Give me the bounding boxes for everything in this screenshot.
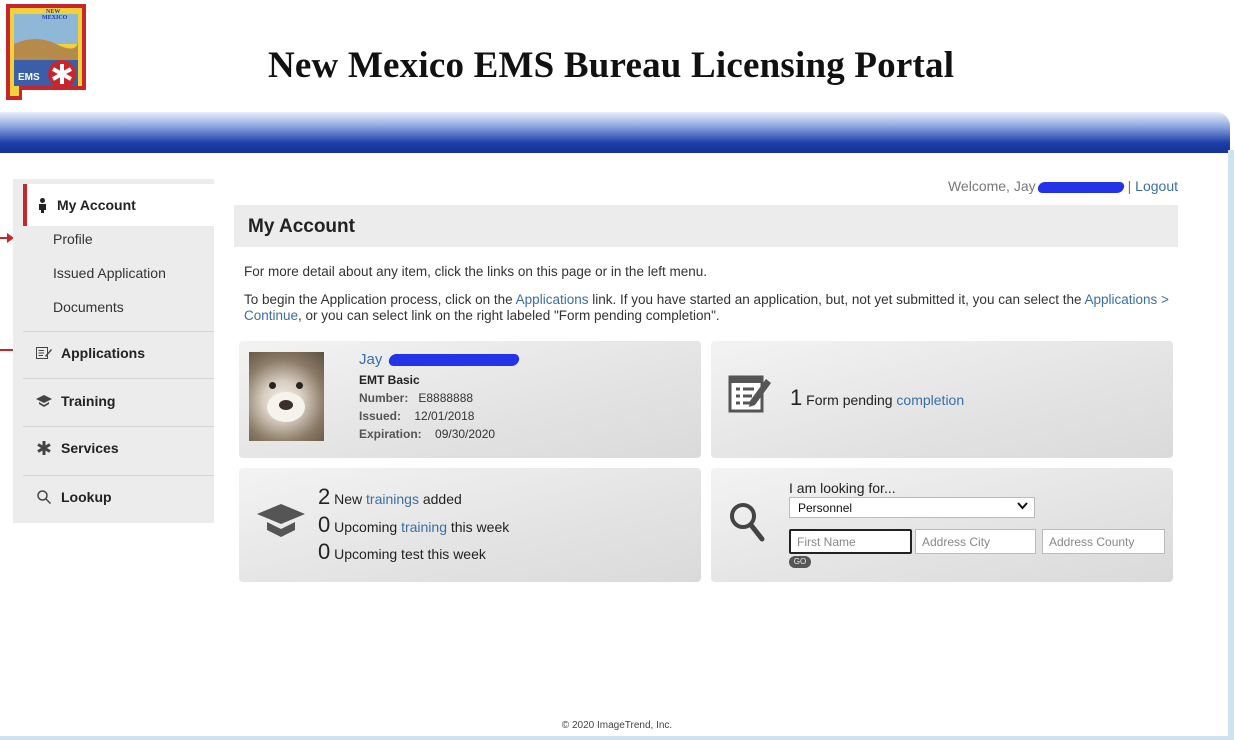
new-trainings-count: 2: [318, 484, 331, 509]
license-issued-label: Issued:: [359, 409, 402, 423]
license-level: EMT Basic: [359, 373, 420, 387]
page-title: My Account: [248, 216, 355, 237]
svg-text:MEXICO: MEXICO: [42, 15, 68, 21]
forms-pending-count: 1: [790, 385, 803, 410]
intro-text: To begin the Application process, click …: [244, 292, 516, 307]
header: EMS NEW MEXICO New Mexico EMS Bureau Lic…: [0, 0, 1234, 112]
looking-for-label: I am looking for...: [789, 480, 896, 496]
svg-text:EMS: EMS: [18, 72, 40, 83]
search-icon: [730, 503, 765, 542]
form-edit-icon: [35, 346, 53, 360]
training-card: 2 New trainings added 0 Upcoming trainin…: [239, 468, 701, 582]
license-number-label: Number:: [359, 391, 409, 405]
intro-text-line1: For more detail about any item, click th…: [244, 264, 707, 279]
training-text: this week: [446, 519, 510, 535]
page-edge-right: [1228, 150, 1234, 740]
welcome-bar: Welcome, Jay | Logout: [900, 178, 1178, 194]
graduation-cap-icon: [257, 504, 305, 537]
magnifier-icon: [35, 490, 53, 504]
upcoming-test-line: 0 Upcoming test this week: [318, 539, 486, 565]
lookup-type-selected: Personnel: [798, 501, 853, 515]
sidebar-item-lookup[interactable]: Lookup: [13, 474, 214, 520]
forms-pending-text: 1 Form pending completion: [790, 385, 964, 411]
intro-text: , or you can select link on the right la…: [298, 308, 720, 323]
training-link[interactable]: training: [401, 519, 447, 535]
redaction-scribble: [387, 354, 520, 367]
profile-name[interactable]: Jay: [359, 351, 523, 368]
welcome-separator: |: [1127, 178, 1132, 194]
sidebar-item-label: Services: [61, 440, 119, 456]
nm-ems-logo[interactable]: EMS NEW MEXICO: [6, 4, 98, 100]
upcoming-training-line: 0 Upcoming training this week: [318, 512, 509, 538]
address-city-placeholder: Address City: [922, 535, 991, 549]
trainings-link[interactable]: trainings: [366, 491, 419, 507]
training-text: Upcoming test this week: [334, 546, 486, 562]
forms-pending-card: 1 Form pending completion: [711, 341, 1173, 458]
sidebar-item-training[interactable]: Training: [13, 378, 214, 424]
sidebar-subitem-documents[interactable]: Documents: [53, 299, 124, 315]
address-county-input[interactable]: Address County: [1042, 529, 1165, 554]
intro-text-line2: To begin the Application process, click …: [244, 292, 1174, 324]
sidebar: My Account Profile Issued Application Do…: [13, 179, 214, 523]
profile-name-text[interactable]: Jay: [359, 351, 382, 368]
header-banner-bar: [0, 112, 1230, 153]
lookup-type-select[interactable]: Personnel: [789, 497, 1035, 518]
sidebar-item-services[interactable]: Services: [13, 425, 214, 471]
sidebar-subitem-issued-application[interactable]: Issued Application: [53, 265, 166, 281]
first-name-input[interactable]: First Name: [789, 529, 912, 554]
page-heading-bar: My Account: [234, 205, 1178, 247]
sidebar-item-label: Lookup: [61, 489, 112, 505]
footer-copyright: © 2020 ImageTrend, Inc.: [561, 720, 673, 731]
license-issued-value: 12/01/2018: [414, 409, 475, 423]
sidebar-item-label: My Account: [57, 197, 136, 213]
redaction-scribble: [1036, 181, 1125, 193]
person-icon: [35, 197, 49, 213]
chevron-down-icon: [1017, 501, 1028, 513]
sidebar-item-label: Training: [61, 393, 116, 409]
new-trainings-line: 2 New trainings added: [318, 484, 462, 510]
logout-link[interactable]: Logout: [1135, 178, 1178, 194]
first-name-placeholder: First Name: [797, 535, 856, 549]
sidebar-item-my-account[interactable]: My Account: [23, 184, 214, 226]
lookup-search-card: I am looking for... Personnel First Name…: [711, 468, 1173, 582]
license-issued-row: Issued: 12/01/2018: [359, 409, 474, 423]
graduation-cap-icon: [35, 395, 53, 407]
address-county-placeholder: Address County: [1049, 535, 1135, 549]
go-button[interactable]: GO: [789, 556, 811, 568]
annotation-arrow-profile: [0, 233, 14, 243]
upcoming-training-count: 0: [318, 512, 331, 537]
completion-link[interactable]: completion: [896, 392, 964, 408]
avatar: [249, 352, 324, 441]
forms-pending-label: Form pending: [806, 392, 897, 408]
license-number-value: E8888888: [418, 391, 474, 405]
license-expiration-row: Expiration: 09/30/2020: [359, 427, 495, 441]
license-expiration-value: 09/30/2020: [435, 427, 496, 441]
site-title: New Mexico EMS Bureau Licensing Portal: [268, 45, 955, 86]
form-edit-icon: [728, 375, 771, 413]
upcoming-test-count: 0: [318, 539, 331, 564]
profile-card: Jay EMT Basic Number: E8888888 Issued: 1…: [239, 341, 701, 458]
address-city-input[interactable]: Address City: [915, 529, 1036, 554]
training-text: added: [418, 491, 462, 507]
sidebar-item-applications[interactable]: Applications: [13, 330, 214, 376]
license-number-row: Number: E8888888: [359, 391, 473, 405]
welcome-text: Welcome, Jay: [947, 178, 1036, 194]
training-text: New: [334, 491, 367, 507]
intro-text: link. If you have started an application…: [588, 292, 1085, 307]
applications-link[interactable]: Applications: [516, 292, 589, 307]
page-edge-bottom: [0, 736, 1234, 740]
star-of-life-icon: [35, 441, 53, 455]
license-expiration-label: Expiration:: [359, 427, 422, 441]
sidebar-item-label: Applications: [61, 345, 146, 361]
sidebar-subitem-profile[interactable]: Profile: [53, 231, 93, 247]
training-text: Upcoming: [334, 519, 402, 535]
